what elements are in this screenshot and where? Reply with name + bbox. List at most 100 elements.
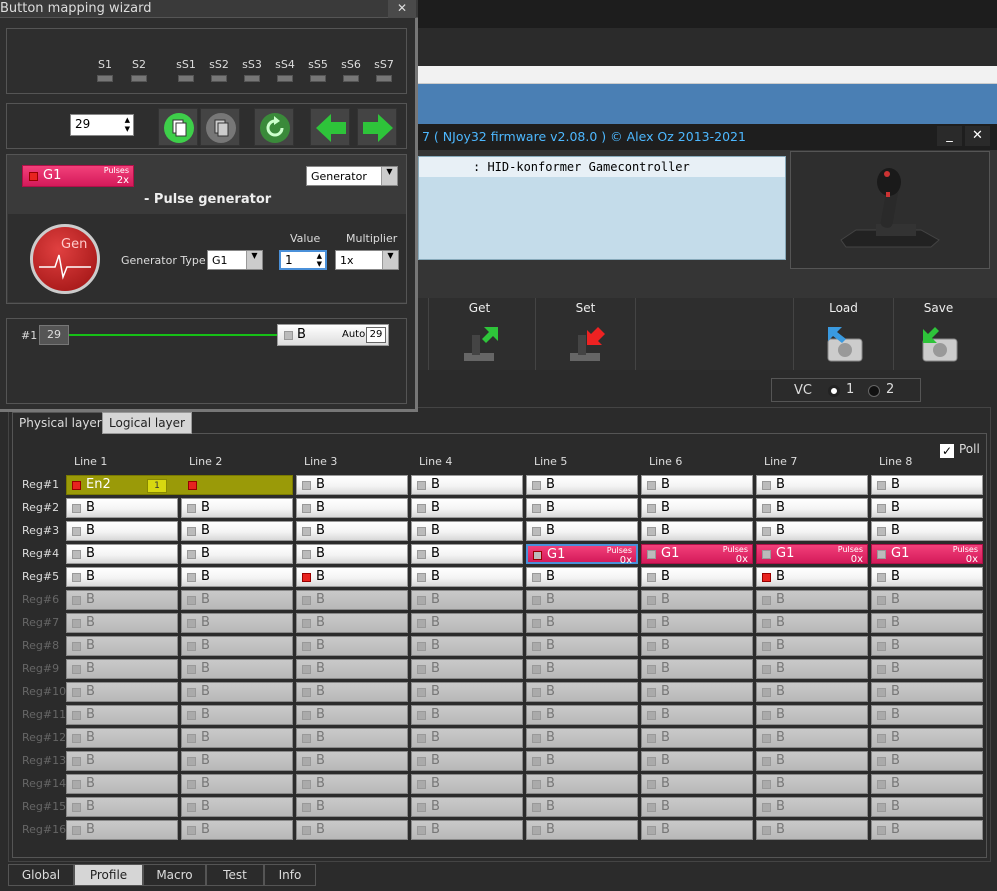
grid-cell-en2[interactable]: 1 En2 xyxy=(66,475,293,495)
grid-cell[interactable]: B xyxy=(641,682,753,702)
grid-cell[interactable]: B xyxy=(66,774,178,794)
spin-down-icon[interactable]: ▼ xyxy=(125,125,130,133)
grid-cell[interactable]: B xyxy=(296,475,408,495)
grid-cell[interactable]: B xyxy=(756,521,868,541)
grid-cell[interactable]: B xyxy=(411,820,523,840)
grid-cell[interactable]: B xyxy=(66,797,178,817)
grid-cell[interactable]: B xyxy=(871,774,983,794)
grid-cell[interactable]: B xyxy=(871,820,983,840)
device-list[interactable]: : HID-konformer Gamecontroller xyxy=(418,156,786,260)
grid-cell[interactable]: B xyxy=(181,728,293,748)
grid-cell[interactable]: B xyxy=(871,498,983,518)
button-number-spinner[interactable]: 29 ▲ ▼ xyxy=(70,114,134,136)
grid-cell[interactable]: B xyxy=(756,659,868,679)
grid-cell[interactable]: B xyxy=(411,705,523,725)
grid-cell[interactable]: B xyxy=(66,682,178,702)
grid-cell[interactable]: B xyxy=(296,613,408,633)
grid-cell[interactable]: B xyxy=(526,498,638,518)
grid-cell[interactable]: B xyxy=(411,636,523,656)
vc-radio-1[interactable] xyxy=(828,385,840,397)
copy-button[interactable] xyxy=(158,108,198,146)
grid-cell[interactable]: B xyxy=(66,521,178,541)
grid-cell[interactable]: B xyxy=(641,590,753,610)
grid-cell[interactable]: B xyxy=(296,682,408,702)
close-button[interactable]: ✕ xyxy=(965,126,990,146)
grid-cell[interactable]: B xyxy=(411,728,523,748)
grid-cell[interactable]: B xyxy=(411,498,523,518)
grid-cell[interactable]: B xyxy=(296,751,408,771)
grid-cell[interactable]: B xyxy=(756,682,868,702)
grid-cell[interactable]: B xyxy=(411,567,523,587)
get-button[interactable]: Get xyxy=(428,298,530,370)
grid-cell[interactable]: B xyxy=(526,797,638,817)
grid-cell[interactable]: B xyxy=(871,728,983,748)
grid-cell[interactable]: B xyxy=(756,475,868,495)
grid-cell[interactable]: B xyxy=(296,728,408,748)
grid-cell[interactable]: B xyxy=(756,774,868,794)
grid-cell[interactable]: B xyxy=(871,567,983,587)
grid-cell[interactable]: B xyxy=(181,774,293,794)
grid-cell[interactable]: B xyxy=(296,567,408,587)
grid-cell[interactable]: B xyxy=(756,797,868,817)
grid-cell[interactable]: B xyxy=(871,636,983,656)
grid-cell[interactable]: B xyxy=(296,521,408,541)
grid-cell[interactable]: B xyxy=(181,613,293,633)
grid-cell[interactable]: B xyxy=(411,475,523,495)
grid-cell[interactable]: B xyxy=(411,751,523,771)
grid-cell[interactable]: B xyxy=(641,521,753,541)
grid-cell[interactable]: B xyxy=(411,544,523,564)
grid-cell[interactable]: B xyxy=(526,590,638,610)
grid-cell[interactable]: B xyxy=(66,498,178,518)
grid-cell[interactable]: B xyxy=(66,751,178,771)
slider-button-cell[interactable]: B Auto 29 xyxy=(277,324,389,346)
grid-cell[interactable]: B xyxy=(66,613,178,633)
tab-profile[interactable]: Profile xyxy=(74,864,143,886)
grid-cell[interactable]: B xyxy=(641,728,753,748)
grid-cell[interactable]: B xyxy=(181,636,293,656)
grid-cell[interactable]: B xyxy=(181,544,293,564)
grid-cell[interactable]: B xyxy=(641,475,753,495)
next-button[interactable] xyxy=(357,108,397,146)
grid-cell[interactable]: B xyxy=(526,659,638,679)
grid-cell[interactable]: B xyxy=(296,498,408,518)
grid-cell[interactable]: B xyxy=(66,567,178,587)
grid-cell[interactable]: B xyxy=(296,705,408,725)
grid-cell[interactable]: B xyxy=(871,613,983,633)
tab-logical-layer[interactable]: Logical layer xyxy=(102,412,192,434)
grid-cell[interactable]: B xyxy=(411,613,523,633)
grid-cell[interactable]: B xyxy=(756,705,868,725)
multiplier-select[interactable]: 1x ▼ xyxy=(335,250,399,270)
tab-info[interactable]: Info xyxy=(264,864,316,886)
grid-cell[interactable]: B xyxy=(181,682,293,702)
tab-physical-layer[interactable]: Physical layer xyxy=(12,412,109,434)
minimize-button[interactable]: _ xyxy=(937,126,962,146)
grid-cell[interactable]: B xyxy=(296,797,408,817)
generator-type-select[interactable]: G1 ▼ xyxy=(207,250,263,270)
grid-cell[interactable]: B xyxy=(871,705,983,725)
grid-cell[interactable]: B xyxy=(526,774,638,794)
grid-cell[interactable]: B xyxy=(526,820,638,840)
grid-cell[interactable]: B xyxy=(181,521,293,541)
grid-cell[interactable]: B xyxy=(411,682,523,702)
grid-cell[interactable]: B xyxy=(641,636,753,656)
slider-track[interactable] xyxy=(69,334,281,336)
grid-cell[interactable]: B xyxy=(641,567,753,587)
tab-test[interactable]: Test xyxy=(206,864,264,886)
grid-cell[interactable]: B xyxy=(181,797,293,817)
grid-cell[interactable]: B xyxy=(296,590,408,610)
grid-cell[interactable]: B xyxy=(66,659,178,679)
grid-cell[interactable]: B xyxy=(756,590,868,610)
grid-cell[interactable]: B xyxy=(526,636,638,656)
grid-cell[interactable]: B xyxy=(756,567,868,587)
grid-cell[interactable]: B xyxy=(641,820,753,840)
grid-cell[interactable]: B xyxy=(756,498,868,518)
grid-cell[interactable]: B xyxy=(411,659,523,679)
grid-cell[interactable]: B xyxy=(756,613,868,633)
grid-cell[interactable]: B xyxy=(181,590,293,610)
grid-cell[interactable]: B xyxy=(296,544,408,564)
grid-cell[interactable]: B xyxy=(66,705,178,725)
grid-cell[interactable]: B xyxy=(526,751,638,771)
vc-radio-2[interactable] xyxy=(868,385,880,397)
value-spinner[interactable]: 1 ▲ ▼ xyxy=(279,250,327,270)
grid-cell[interactable]: B xyxy=(66,820,178,840)
